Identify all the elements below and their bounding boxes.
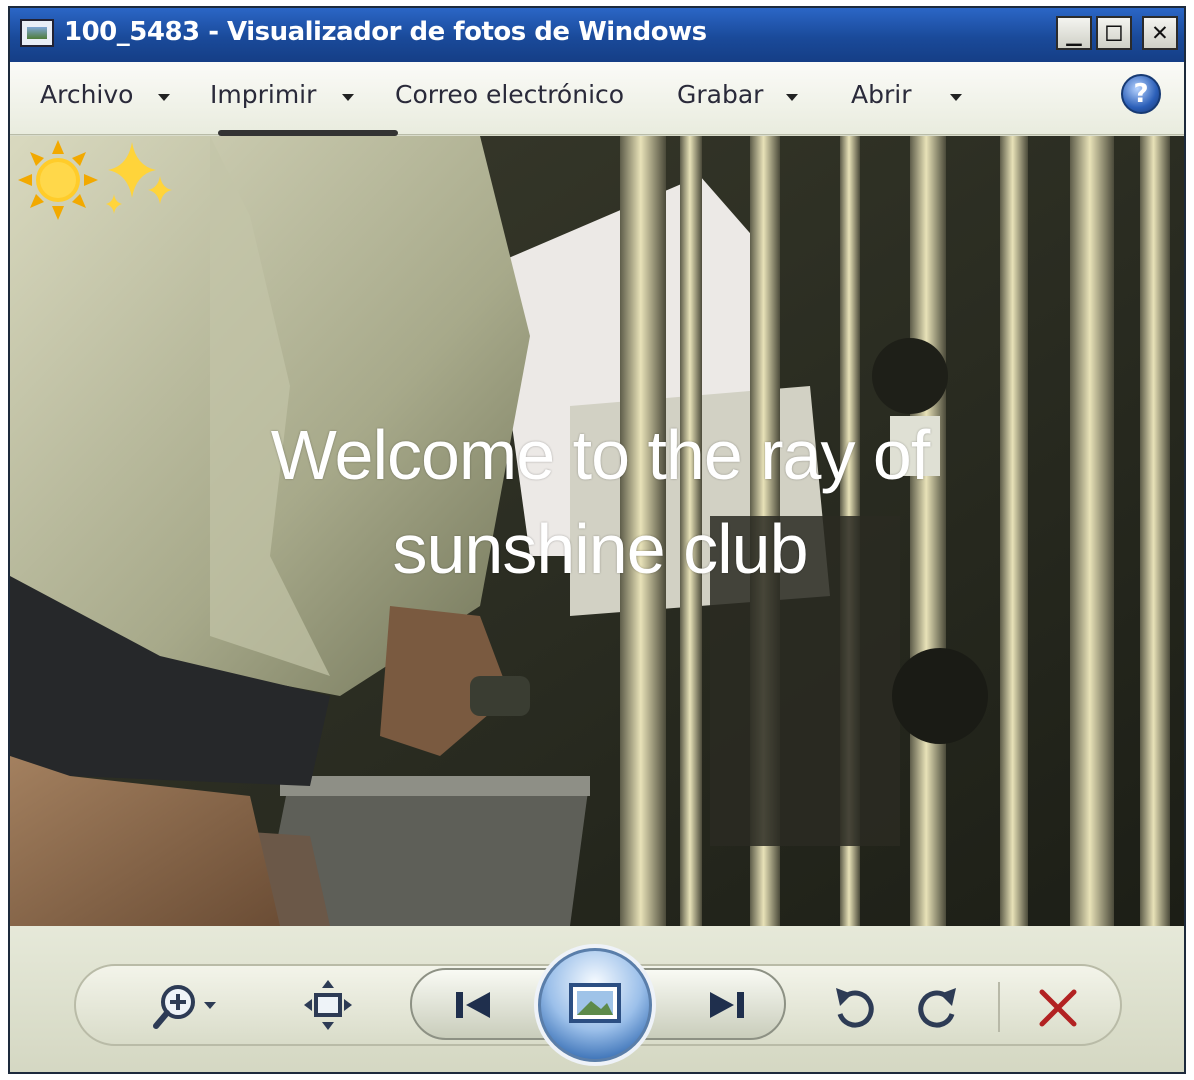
caption-line-2: sunshine club (392, 510, 808, 588)
next-icon (710, 992, 744, 1018)
photo-display: Welcome to the ray of sunshine club (10, 136, 1184, 926)
delete-icon (1039, 989, 1077, 1027)
zoom-icon (153, 985, 216, 1029)
menu-archivo[interactable]: Archivo (40, 80, 133, 109)
rotate-counterclockwise-button[interactable] (826, 980, 882, 1036)
sun-sparkles-icon (18, 140, 172, 220)
close-window-button[interactable]: ✕ (1142, 16, 1178, 50)
slideshow-button[interactable] (538, 948, 652, 1062)
previous-button[interactable] (446, 980, 502, 1030)
menu-grabar[interactable]: Grabar (677, 80, 763, 109)
actual-size-icon (304, 980, 352, 1030)
grabar-dropdown-icon[interactable] (786, 94, 798, 101)
control-bar (10, 926, 1184, 1072)
rotate-clockwise-icon (918, 988, 956, 1028)
photo-viewer-window: 100_5483 - Visualizador de fotos de Wind… (8, 6, 1186, 1074)
abrir-dropdown-icon[interactable] (950, 94, 962, 101)
slideshow-icon (569, 983, 621, 1023)
control-divider (998, 982, 1000, 1032)
caption-line-1: Welcome to the ray of (270, 416, 931, 494)
imprimir-dropdown-icon[interactable] (342, 94, 354, 101)
title-bar[interactable]: 100_5483 - Visualizador de fotos de Wind… (10, 8, 1184, 62)
maximize-button[interactable]: □ (1096, 16, 1132, 50)
menu-abrir[interactable]: Abrir (851, 80, 911, 109)
caption-text: Welcome to the ray of sunshine club (150, 408, 1050, 596)
delete-button[interactable] (1030, 980, 1086, 1036)
next-button[interactable] (698, 980, 754, 1030)
app-icon (20, 19, 54, 47)
actual-size-button[interactable] (300, 978, 356, 1034)
archivo-dropdown-icon[interactable] (158, 94, 170, 101)
menu-bar: Archivo Imprimir Correo electrónico Grab… (10, 62, 1184, 135)
zoom-button[interactable] (148, 978, 228, 1034)
window-title: 100_5483 - Visualizador de fotos de Wind… (64, 17, 707, 47)
menu-imprimir[interactable]: Imprimir (210, 80, 316, 109)
minimize-button[interactable]: _ (1056, 16, 1092, 50)
previous-icon (456, 992, 490, 1018)
help-icon[interactable]: ? (1121, 74, 1161, 114)
rotate-counterclockwise-icon (836, 988, 874, 1028)
rotate-clockwise-button[interactable] (910, 980, 966, 1036)
menu-correo-electronico[interactable]: Correo electrónico (395, 80, 624, 109)
